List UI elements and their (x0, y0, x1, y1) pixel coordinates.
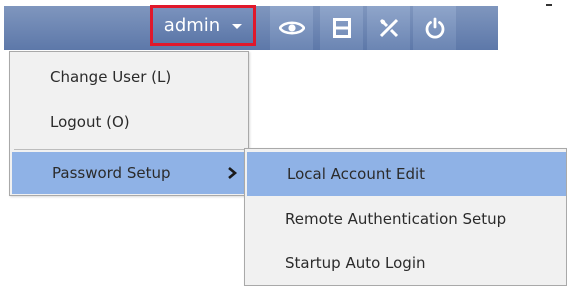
film-icon (332, 18, 351, 38)
chevron-right-icon (228, 167, 238, 179)
submenu-item-label: Remote Authentication Setup (285, 210, 507, 228)
submenu-item-local-account-edit[interactable]: Local Account Edit (247, 152, 566, 196)
submenu-item-label: Startup Auto Login (285, 254, 426, 272)
submenu-item-label: Local Account Edit (287, 165, 426, 183)
menu-divider (14, 149, 244, 150)
caret-down-icon (232, 24, 243, 29)
menu-item-change-user[interactable]: Change User (L) (10, 55, 248, 99)
eye-icon (278, 21, 305, 35)
menu-item-password-setup[interactable]: Password Setup (12, 152, 248, 194)
user-menu-label: admin (163, 15, 221, 36)
submenu-item-startup-auto-login[interactable]: Startup Auto Login (245, 241, 566, 285)
playback-button[interactable] (320, 6, 363, 50)
user-dropdown-menu: Change User (L) Logout (O) Password Setu… (9, 51, 249, 196)
menu-item-label: Change User (L) (50, 68, 172, 86)
user-menu-button[interactable]: admin (150, 5, 256, 46)
submenu-item-remote-authentication-setup[interactable]: Remote Authentication Setup (245, 197, 566, 241)
settings-button[interactable] (367, 6, 410, 50)
password-setup-submenu: Local Account Edit Remote Authentication… (244, 148, 567, 286)
menu-item-logout[interactable]: Logout (O) (10, 100, 248, 144)
menu-item-label: Logout (O) (50, 113, 130, 131)
power-button[interactable] (413, 6, 456, 50)
power-icon (425, 17, 444, 39)
minimize-icon[interactable] (546, 4, 552, 6)
tools-icon (379, 18, 398, 38)
view-button[interactable] (270, 6, 313, 50)
menu-item-label: Password Setup (52, 164, 171, 182)
